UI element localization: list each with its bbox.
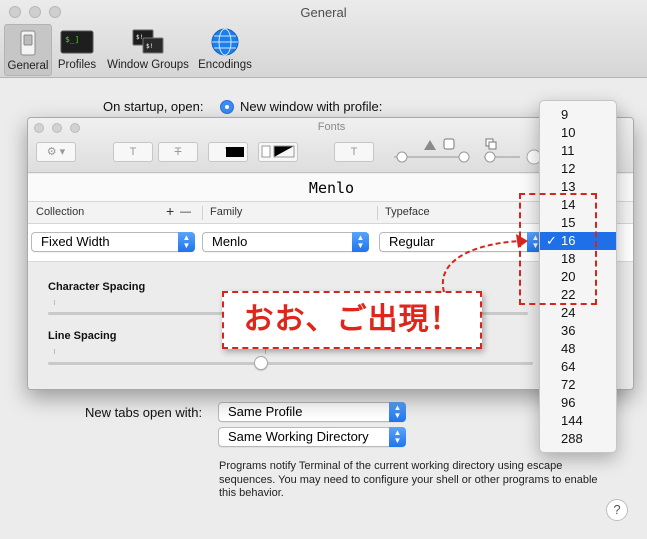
chevron-up-down-icon: ▲ ▼ — [389, 427, 406, 447]
size-option-144[interactable]: 144 — [540, 412, 616, 430]
toolbar-encodings[interactable]: Encodings — [196, 24, 254, 76]
text-strikethrough-button[interactable]: T — [158, 142, 198, 162]
action-menu-button[interactable]: ⚙ ▾ — [36, 142, 76, 162]
svg-text:$!: $! — [136, 34, 143, 41]
black-swatch-icon — [226, 147, 244, 157]
line-spacing-slider[interactable] — [48, 362, 533, 365]
typeface-value: Regular — [389, 234, 435, 249]
size-option-label: 96 — [561, 395, 576, 410]
column-divider — [202, 206, 203, 220]
size-option-label: 24 — [561, 305, 576, 320]
size-option-72[interactable]: 72 — [540, 376, 616, 394]
text-color-button[interactable]: T — [208, 142, 248, 162]
size-option-label: 48 — [561, 341, 576, 356]
add-collection-button[interactable]: + — [166, 203, 174, 219]
typeface-header: Typeface — [385, 206, 430, 218]
size-option-label: 72 — [561, 377, 576, 392]
collection-header: Collection — [36, 206, 85, 218]
collection-value: Fixed Width — [41, 234, 110, 249]
chevron-up-down-icon: ▲ ▼ — [352, 232, 369, 252]
slider-tick — [265, 349, 266, 354]
new-tabs-label: New tabs open with: — [85, 405, 203, 420]
new-tabs-directory-value: Same Working Directory — [228, 429, 369, 444]
size-option-96[interactable]: 96 — [540, 394, 616, 412]
new-tabs-directory-select[interactable]: Same Working Directory ▲ ▼ — [218, 427, 406, 447]
blur-icon — [443, 138, 455, 150]
directory-description: Programs notify Terminal of the current … — [219, 460, 598, 499]
family-value: Menlo — [212, 234, 248, 249]
toolbar-profiles[interactable]: $_] Profiles — [54, 24, 100, 76]
chevron-up-down-icon: ▲ ▼ — [389, 402, 406, 422]
size-option-9[interactable]: 9 — [540, 106, 616, 124]
strikethrough-icon: T — [174, 146, 182, 158]
new-tabs-profile-value: Same Profile — [228, 404, 303, 419]
globe-icon — [211, 28, 239, 56]
title-bar: General General $_] Profiles $! $! Windo… — [0, 0, 647, 78]
column-divider — [377, 206, 378, 220]
size-option-11[interactable]: 11 — [540, 142, 616, 160]
size-option-label: 288 — [561, 431, 583, 446]
size-option-12[interactable]: 12 — [540, 160, 616, 178]
document-color-icon — [261, 145, 295, 158]
size-option-label: 13 — [561, 179, 576, 194]
gear-icon: ⚙ ▾ — [46, 146, 66, 158]
size-option-label: 11 — [561, 143, 575, 158]
startup-option-label: New window with profile: — [240, 99, 383, 114]
size-option-288[interactable]: 288 — [540, 430, 616, 448]
remove-collection-button[interactable]: — — [180, 206, 191, 218]
size-option-64[interactable]: 64 — [540, 358, 616, 376]
size-option-label: 12 — [561, 161, 576, 176]
annotation-text: おお、ご出現！ — [243, 302, 461, 337]
opacity-icon — [424, 140, 436, 150]
underline-icon: T — [129, 146, 137, 158]
annotation-callout: おお、ご出現！ — [222, 291, 482, 349]
size-option-label: 64 — [561, 359, 576, 374]
size-option-24[interactable]: 24 — [540, 304, 616, 322]
new-tabs-profile-select[interactable]: Same Profile ▲ ▼ — [218, 402, 406, 422]
new-window-radio[interactable] — [220, 100, 234, 114]
startup-label: On startup, open: — [103, 99, 204, 114]
text-shadow-button[interactable]: T — [334, 142, 374, 162]
size-option-label: 9 — [561, 107, 569, 122]
size-option-label: 36 — [561, 323, 576, 338]
character-spacing-label: Character Spacing — [48, 281, 146, 293]
svg-text:$!: $! — [146, 43, 153, 50]
terminal-preferences-window: General General $_] Profiles $! $! Windo… — [0, 0, 647, 539]
size-option-10[interactable]: 10 — [540, 124, 616, 142]
toolbar-general[interactable]: General — [4, 24, 52, 76]
size-option-36[interactable]: 36 — [540, 322, 616, 340]
size-option-48[interactable]: 48 — [540, 340, 616, 358]
window-groups-icon: $! $! — [132, 29, 164, 54]
toolbar-window-groups[interactable]: $! $! Window Groups — [102, 24, 194, 76]
help-button[interactable]: ? — [606, 499, 628, 521]
text-underline-button[interactable]: T — [113, 142, 153, 162]
chevron-up-down-icon: ▲ ▼ — [178, 232, 195, 252]
size-option-label: 10 — [561, 125, 576, 140]
slider-tick — [54, 300, 55, 305]
document-color-button[interactable] — [258, 142, 298, 162]
highlight-box — [519, 193, 597, 305]
family-select[interactable]: Menlo ▲ ▼ — [202, 232, 369, 252]
line-spacing-label: Line Spacing — [48, 330, 117, 342]
line-spacing-knob[interactable] — [254, 356, 269, 370]
switch-icon — [20, 30, 36, 56]
size-option-label: 144 — [561, 413, 583, 428]
shadow-icon: T — [350, 146, 358, 158]
collection-select[interactable]: Fixed Width ▲ ▼ — [31, 232, 195, 252]
slider-tick — [54, 349, 55, 354]
window-title: General — [300, 5, 347, 20]
family-header: Family — [210, 206, 243, 218]
terminal-icon: $_] — [60, 30, 94, 54]
svg-text:$_]: $_] — [65, 35, 79, 44]
